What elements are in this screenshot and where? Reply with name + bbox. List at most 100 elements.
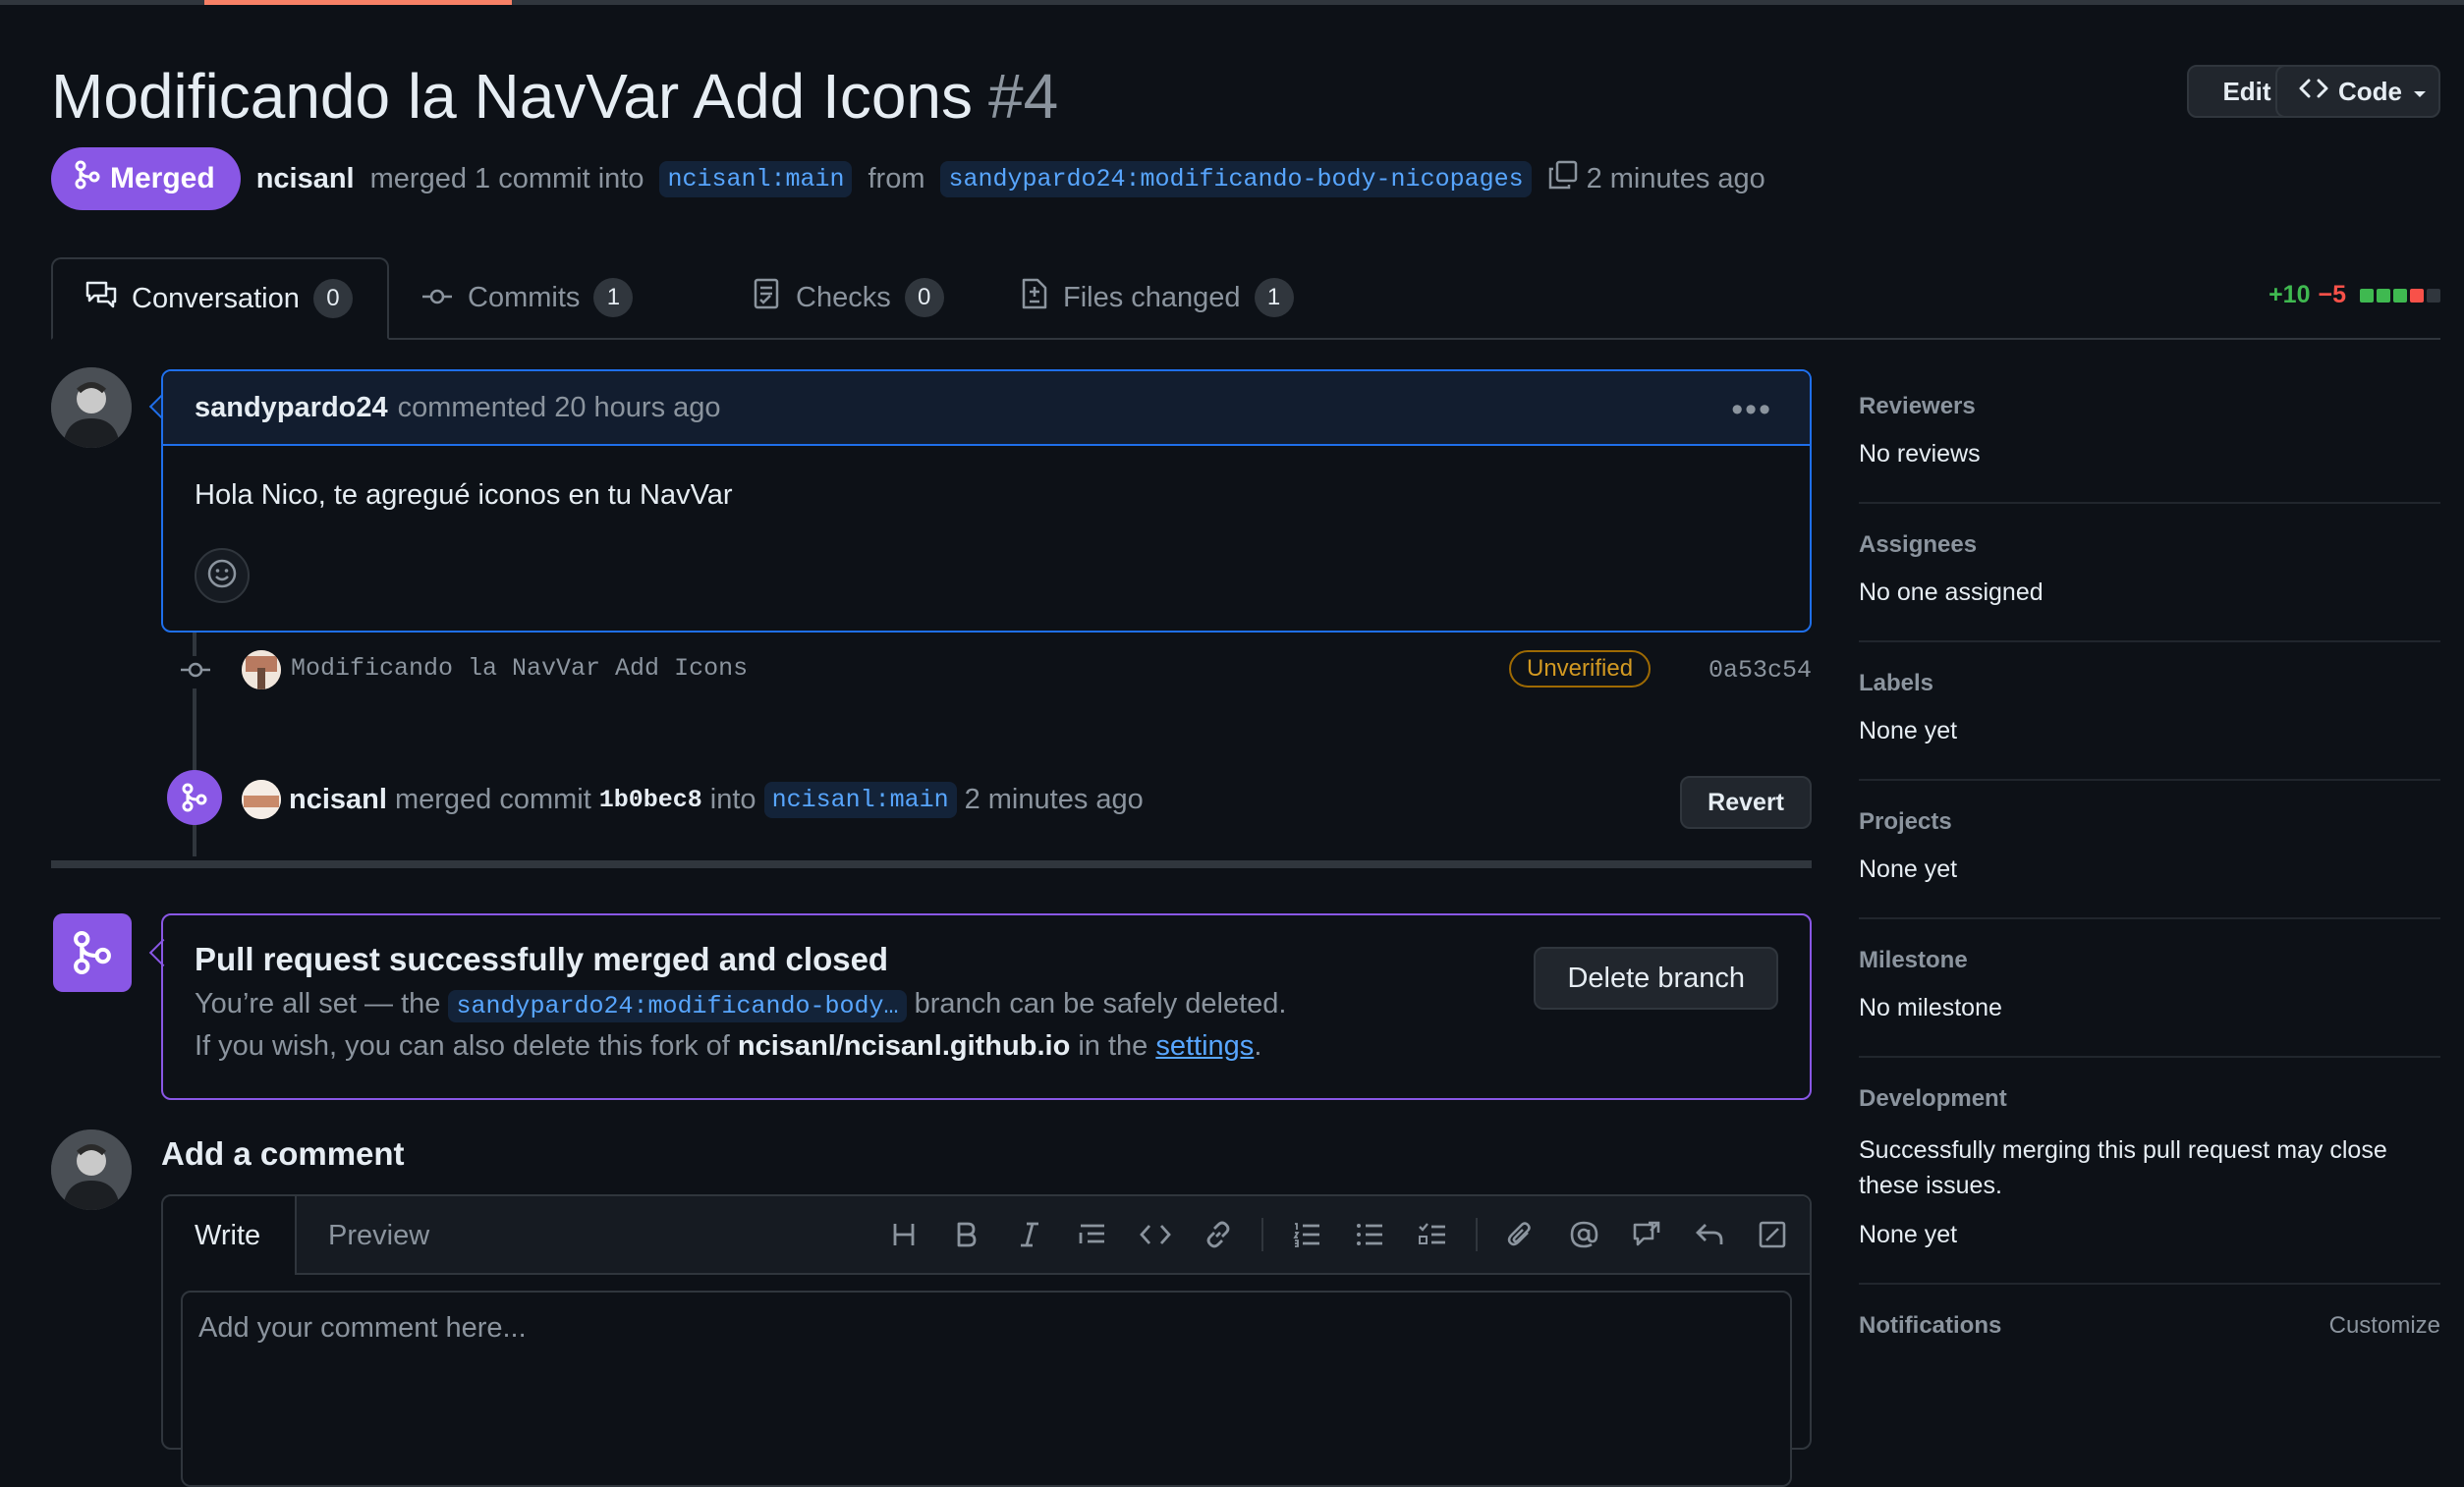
commit-sha-link[interactable]: 0a53c54 bbox=[1708, 656, 1812, 685]
top-progress-line bbox=[0, 0, 2464, 5]
diffstat-block-add bbox=[2393, 288, 2407, 303]
diffstat-block-add bbox=[2377, 288, 2390, 303]
reply-icon[interactable] bbox=[1690, 1215, 1729, 1254]
merged-status-icon bbox=[53, 913, 132, 992]
comment-meta[interactable]: commented 20 hours ago bbox=[398, 392, 721, 424]
sidebar-development: Development Successfully merging this pu… bbox=[1859, 1085, 2440, 1285]
attachment-icon[interactable] bbox=[1501, 1215, 1540, 1254]
tab-write[interactable]: Write bbox=[163, 1196, 297, 1275]
italic-icon[interactable] bbox=[1010, 1215, 1049, 1254]
timeline-divider bbox=[51, 860, 1812, 868]
pr-author-link[interactable]: ncisanl bbox=[256, 163, 355, 195]
smiley-icon bbox=[206, 558, 238, 594]
bold-icon[interactable] bbox=[947, 1215, 986, 1254]
merge-event-action: merged commit bbox=[394, 783, 591, 815]
verification-badge[interactable]: Unverified bbox=[1509, 650, 1652, 688]
code-icon[interactable] bbox=[1136, 1215, 1175, 1254]
add-reaction-button[interactable] bbox=[195, 548, 250, 603]
pr-sidebar: Reviewers No reviews Assignees No one as… bbox=[1859, 393, 2440, 1359]
pr-tabs: Conversation 0 Commits 1 Checks 0 Files … bbox=[51, 257, 2440, 340]
tab-conversation[interactable]: Conversation 0 bbox=[51, 257, 389, 340]
sidebar-projects: Projects None yet bbox=[1859, 808, 2440, 919]
merge-icon bbox=[75, 160, 100, 197]
mention-icon[interactable] bbox=[1564, 1215, 1603, 1254]
comment-author-avatar[interactable] bbox=[51, 367, 132, 448]
toolbar-separator bbox=[1476, 1218, 1478, 1251]
checklist-icon bbox=[753, 278, 782, 317]
merge-event: ncisanl merged commit 1b0bec8 into ncisa… bbox=[167, 770, 1812, 829]
cross-reference-icon[interactable] bbox=[1627, 1215, 1666, 1254]
current-user-avatar[interactable] bbox=[51, 1129, 132, 1210]
comment-editor: Write Preview Add your comment here... bbox=[161, 1194, 1812, 1487]
head-branch-link[interactable]: sandypardo24:modificando-body-nicopages bbox=[940, 160, 1532, 197]
tab-conversation-label: Conversation bbox=[132, 282, 300, 314]
code-icon bbox=[2299, 77, 2328, 107]
status-badge: Merged bbox=[51, 147, 241, 210]
merge-into-text: into bbox=[709, 783, 756, 815]
delete-branch-button[interactable]: Delete branch bbox=[1534, 947, 1778, 1010]
comment-card: sandypardo24 commented 20 hours ago ••• … bbox=[161, 369, 1812, 633]
fork-repo-name: ncisanl/ncisanl.github.io bbox=[737, 1030, 1071, 1062]
sidebar-milestone: Milestone No milestone bbox=[1859, 947, 2440, 1058]
task-list-icon[interactable] bbox=[1413, 1215, 1452, 1254]
sidebar-reviewers: Reviewers No reviews bbox=[1859, 393, 2440, 504]
heading-icon[interactable] bbox=[884, 1215, 924, 1254]
customize-notifications-link[interactable]: Customize bbox=[2329, 1312, 2440, 1359]
page-title: Modificando la NavVar Add Icons #4 bbox=[51, 57, 1058, 136]
sidebar-assignees-value: No one assigned bbox=[1859, 578, 2044, 606]
sidebar-notifications: Notifications Customize bbox=[1859, 1312, 2440, 1359]
diffstat-additions: +10 bbox=[2268, 281, 2311, 308]
merge-event-icon bbox=[167, 770, 222, 825]
tab-commits[interactable]: Commits 1 bbox=[389, 257, 664, 338]
status-badge-label: Merged bbox=[110, 162, 215, 194]
sidebar-milestone-label[interactable]: Milestone bbox=[1859, 947, 2440, 974]
conversation-icon bbox=[84, 280, 118, 317]
caret-down-icon bbox=[2412, 77, 2428, 107]
sidebar-development-label[interactable]: Development bbox=[1859, 1085, 2440, 1113]
code-button-label: Code bbox=[2338, 76, 2402, 106]
sidebar-projects-label[interactable]: Projects bbox=[1859, 808, 2440, 836]
merge-status-card: Pull request successfully merged and clo… bbox=[161, 913, 1812, 1100]
tab-checks[interactable]: Checks 0 bbox=[721, 257, 976, 338]
base-branch-link[interactable]: ncisanl:main bbox=[659, 160, 853, 197]
sidebar-assignees: Assignees No one assigned bbox=[1859, 531, 2440, 642]
pr-title-text: Modificando la NavVar Add Icons bbox=[51, 61, 973, 132]
tab-preview[interactable]: Preview bbox=[297, 1196, 461, 1275]
link-icon[interactable] bbox=[1199, 1215, 1238, 1254]
pr-header: Modificando la NavVar Add Icons #4 bbox=[51, 57, 2440, 136]
tab-files-changed[interactable]: Files changed 1 bbox=[988, 257, 1325, 338]
ordered-list-icon[interactable] bbox=[1287, 1215, 1326, 1254]
add-comment-heading: Add a comment bbox=[161, 1135, 405, 1172]
markdown-toolbar bbox=[884, 1214, 1792, 1255]
commit-message-link[interactable]: Modificando la NavVar Add Icons bbox=[291, 654, 748, 683]
sidebar-assignees-label[interactable]: Assignees bbox=[1859, 531, 2440, 559]
sidebar-labels-label[interactable]: Labels bbox=[1859, 670, 2440, 697]
tab-checks-count: 0 bbox=[904, 278, 944, 317]
pr-time: 2 minutes ago bbox=[1586, 162, 1765, 194]
merge-user-avatar[interactable] bbox=[242, 780, 281, 819]
unordered-list-icon[interactable] bbox=[1350, 1215, 1389, 1254]
diffstat-block-add bbox=[2360, 288, 2374, 303]
diffstat: +10 −5 bbox=[2268, 281, 2440, 309]
status-line2-mid: in the bbox=[1078, 1030, 1148, 1062]
comment-textarea[interactable]: Add your comment here... bbox=[181, 1291, 1792, 1487]
commit-author-avatar[interactable] bbox=[242, 650, 281, 689]
sidebar-projects-value: None yet bbox=[1859, 855, 1958, 883]
merge-user[interactable]: ncisanl bbox=[289, 784, 387, 816]
kebab-menu-icon[interactable]: ••• bbox=[1731, 391, 1772, 429]
fullscreen-edit-icon[interactable] bbox=[1753, 1215, 1792, 1254]
sidebar-labels: Labels None yet bbox=[1859, 670, 2440, 781]
diffstat-block-del bbox=[2410, 288, 2424, 303]
tab-files-changed-count: 1 bbox=[1254, 278, 1294, 317]
sidebar-reviewers-label[interactable]: Reviewers bbox=[1859, 393, 2440, 420]
merge-commit-sha[interactable]: 1b0bec8 bbox=[599, 786, 702, 814]
tab-commits-count: 1 bbox=[593, 278, 634, 317]
copy-icon[interactable] bbox=[1547, 159, 1579, 198]
merge-target-branch[interactable]: ncisanl:main bbox=[763, 781, 957, 818]
code-button[interactable]: Code bbox=[2275, 65, 2440, 118]
quote-icon[interactable] bbox=[1073, 1215, 1112, 1254]
comment-author[interactable]: sandypardo24 bbox=[195, 392, 388, 424]
revert-button[interactable]: Revert bbox=[1680, 776, 1812, 829]
status-branch-link[interactable]: sandypardo24:modificando-body… bbox=[448, 990, 907, 1022]
settings-link[interactable]: settings bbox=[1155, 1030, 1254, 1062]
